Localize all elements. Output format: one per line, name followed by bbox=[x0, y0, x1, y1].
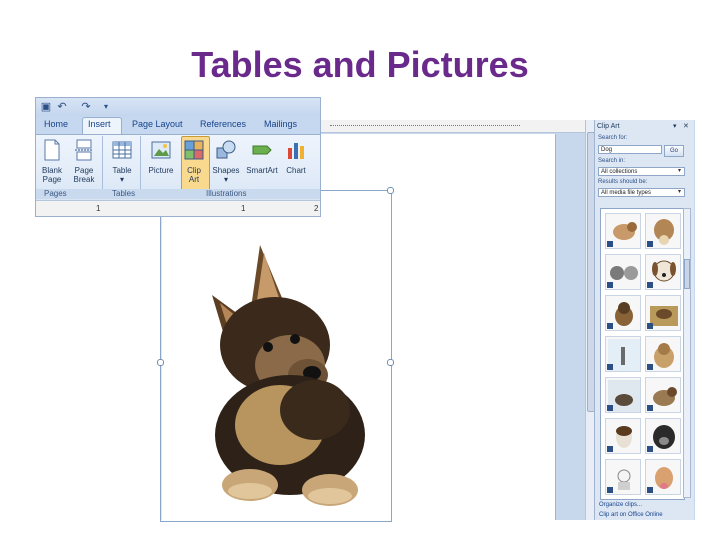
smartart-icon bbox=[252, 145, 272, 155]
clip-art-scrollbar[interactable] bbox=[683, 208, 691, 498]
scrollbar-thumb[interactable] bbox=[684, 259, 690, 289]
tab-references[interactable]: References bbox=[200, 119, 246, 129]
resize-handle[interactable] bbox=[157, 359, 164, 366]
clip-thumbnail[interactable] bbox=[645, 295, 681, 331]
clip-thumbnail[interactable] bbox=[605, 295, 641, 331]
blank-page-button[interactable]: Blank Page bbox=[37, 138, 67, 184]
table-icon bbox=[112, 141, 132, 159]
clip-art-results bbox=[600, 208, 685, 500]
picture-icon bbox=[151, 141, 171, 159]
customize-toolbar-icon[interactable]: ▾ bbox=[100, 101, 112, 113]
chart-icon bbox=[288, 143, 304, 159]
clip-thumbnail[interactable] bbox=[645, 377, 681, 413]
table-button[interactable]: Table ▾ bbox=[107, 138, 137, 184]
save-icon[interactable]: ▣ bbox=[40, 101, 52, 113]
slide-title: Tables and Pictures bbox=[191, 44, 529, 85]
tab-page-layout[interactable]: Page Layout bbox=[132, 119, 183, 129]
chart-button[interactable]: Chart bbox=[281, 138, 311, 175]
ribbon-tabs: Home Insert Page Layout References Maili… bbox=[36, 116, 320, 135]
tab-home[interactable]: Home bbox=[44, 119, 68, 129]
clip-thumbnail[interactable] bbox=[645, 213, 681, 249]
clip-thumbnail[interactable] bbox=[605, 213, 641, 249]
search-in-label: Search in: bbox=[598, 158, 626, 164]
resize-handle[interactable] bbox=[387, 187, 394, 194]
undo-icon[interactable]: ↶ bbox=[56, 101, 68, 113]
group-label-tables: Tables bbox=[112, 189, 136, 198]
shapes-icon bbox=[216, 140, 236, 159]
clip-art-pane-title: Clip Art bbox=[597, 123, 620, 130]
tab-insert[interactable]: Insert bbox=[88, 119, 111, 129]
clip-art-icon bbox=[184, 140, 204, 160]
puppy-picture[interactable] bbox=[190, 235, 390, 510]
clip-thumbnail[interactable] bbox=[645, 336, 681, 372]
ribbon: ▣ ↶ ↷ ▾ Home Insert Page Layout Referenc… bbox=[35, 97, 321, 217]
clip-thumbnail[interactable] bbox=[605, 254, 641, 290]
clip-art-button[interactable]: Clip Art bbox=[179, 138, 209, 184]
tab-mailings[interactable]: Mailings bbox=[264, 119, 297, 129]
clip-thumbnail[interactable] bbox=[645, 254, 681, 290]
go-button[interactable]: Go bbox=[664, 145, 684, 157]
organize-clips-link[interactable]: Organize clips... bbox=[599, 502, 642, 508]
clip-thumbnail[interactable] bbox=[605, 418, 641, 454]
shapes-button[interactable]: Shapes ▾ bbox=[211, 138, 241, 184]
dropdown-icon[interactable]: ▾ bbox=[676, 168, 683, 175]
search-in-select[interactable]: All collections ▾ bbox=[598, 167, 685, 176]
picture-button[interactable]: Picture bbox=[146, 138, 176, 175]
search-for-label: Search for: bbox=[598, 135, 628, 141]
ribbon-group-labels: Pages Tables Illustrations bbox=[36, 189, 320, 199]
group-label-pages: Pages bbox=[44, 189, 67, 198]
smartart-button[interactable]: SmartArt bbox=[244, 138, 280, 175]
page-break-icon bbox=[75, 139, 93, 161]
blank-page-icon bbox=[44, 139, 60, 161]
results-type-label: Results should be: bbox=[598, 179, 648, 185]
quick-access-toolbar: ▣ ↶ ↷ ▾ bbox=[36, 98, 320, 116]
clip-thumbnail[interactable] bbox=[605, 336, 641, 372]
clip-thumbnail[interactable] bbox=[645, 418, 681, 454]
search-input[interactable]: Dog bbox=[598, 145, 662, 154]
ribbon-ruler[interactable]: 1 1 2 bbox=[36, 200, 320, 216]
clip-thumbnail[interactable] bbox=[645, 459, 681, 495]
clip-art-online-link[interactable]: Clip art on Office Online bbox=[599, 512, 663, 518]
group-label-illustrations: Illustrations bbox=[206, 189, 247, 198]
dropdown-icon[interactable]: ▾ bbox=[676, 189, 683, 196]
clip-thumbnail[interactable] bbox=[605, 377, 641, 413]
clip-thumbnail[interactable] bbox=[605, 459, 641, 495]
results-type-select[interactable]: All media file types ▾ bbox=[598, 188, 685, 197]
page-break-button[interactable]: Page Break bbox=[69, 138, 99, 184]
dropdown-icon[interactable]: ▾ bbox=[673, 122, 677, 130]
redo-icon[interactable]: ↷ bbox=[80, 101, 92, 113]
clip-art-pane: Clip Art ▾ ✕ Search for: Dog Go Search i… bbox=[594, 120, 694, 520]
close-icon[interactable]: ✕ bbox=[683, 122, 689, 130]
